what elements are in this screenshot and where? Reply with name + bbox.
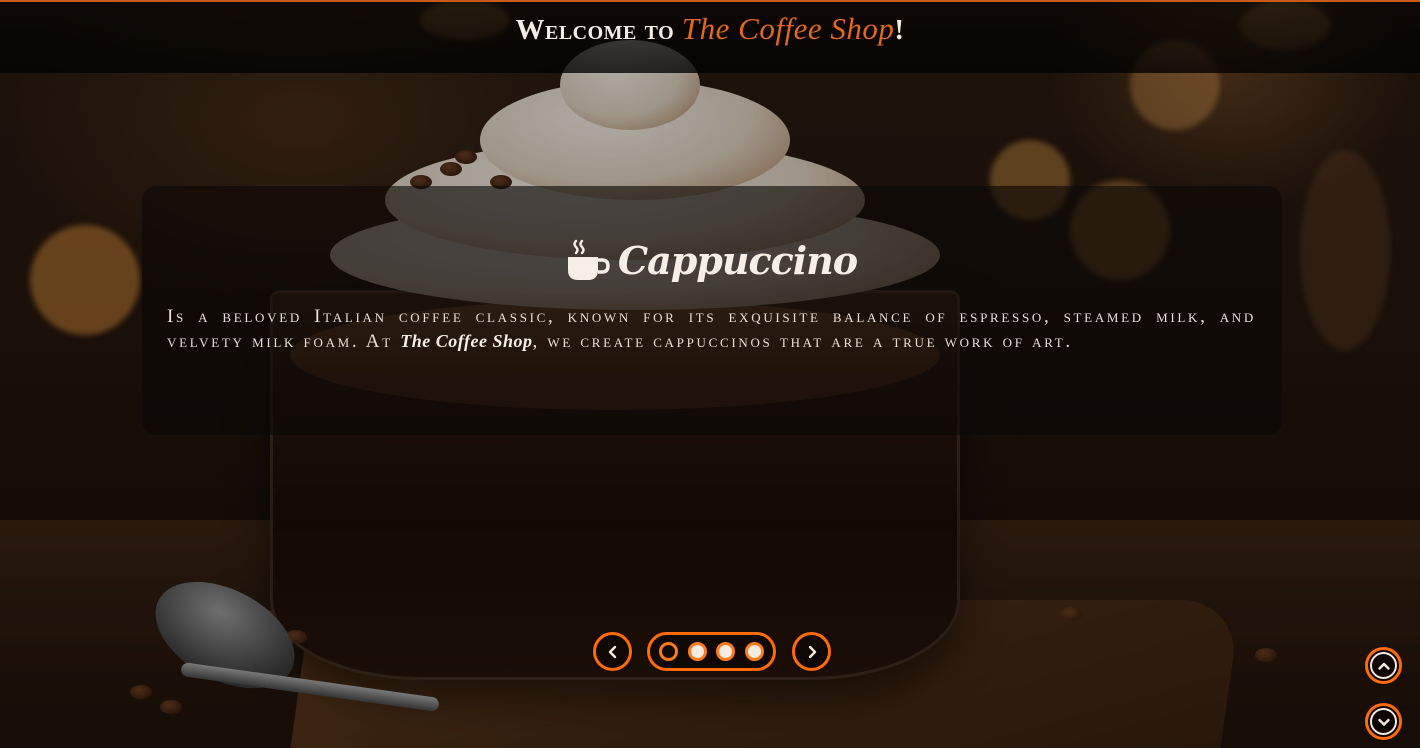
chevron-down-icon	[1377, 718, 1390, 726]
slide-heading: Cappuccino	[167, 232, 1256, 288]
chevron-up-icon	[1377, 662, 1390, 670]
scroll-up-button[interactable]	[1365, 647, 1402, 684]
slide-dot-3[interactable]	[716, 642, 736, 661]
coffee-cup-icon	[567, 239, 610, 280]
slide-description: Is a beloved Italian coffee classic, kno…	[167, 304, 1256, 354]
slide-indicators	[647, 632, 776, 671]
prev-slide-button[interactable]	[593, 632, 632, 671]
welcome-suffix: !	[894, 13, 905, 46]
welcome-title: Welcome to The Coffee Shop!	[515, 11, 904, 47]
site-header: Welcome to The Coffee Shop!	[0, 0, 1420, 73]
slide-text-brand: The Coffee Shop	[400, 331, 533, 351]
scroll-down-button[interactable]	[1365, 703, 1402, 740]
slide-card: Cappuccino Is a beloved Italian coffee c…	[142, 186, 1282, 435]
slide-dot-1[interactable]	[659, 642, 678, 661]
chevron-right-icon	[808, 645, 816, 658]
next-slide-button[interactable]	[792, 632, 831, 671]
slide-title: Cappuccino	[617, 237, 858, 283]
slide-dot-4[interactable]	[744, 642, 764, 661]
chevron-left-icon	[608, 645, 616, 658]
slide-dot-2[interactable]	[687, 642, 707, 661]
brand-name: The Coffee Shop	[681, 10, 895, 46]
welcome-prefix: Welcome to	[515, 13, 682, 46]
slide-text-part2: , we create cappuccinos that are a true …	[532, 331, 1073, 352]
